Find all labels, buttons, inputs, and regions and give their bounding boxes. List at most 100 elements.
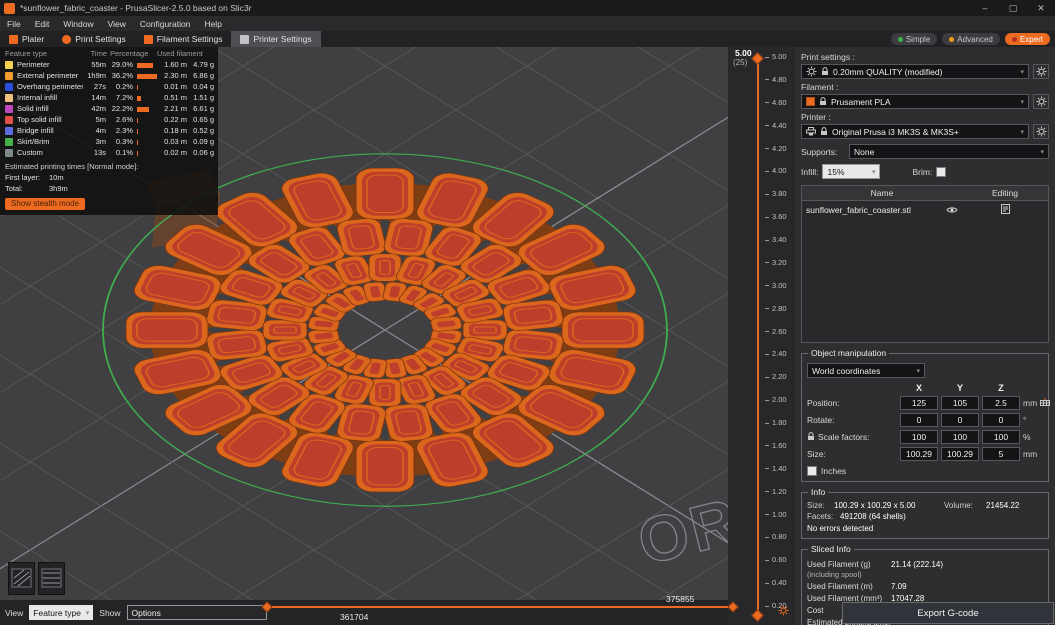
menu-view[interactable]: View xyxy=(101,19,133,29)
mode-switcher: Simple Advanced Expert xyxy=(890,33,1055,45)
mode-simple[interactable]: Simple xyxy=(890,33,938,45)
legend-row: Solid infill 42m 22.2% 2.21 m 6.61 g xyxy=(3,103,215,114)
manip-input-y[interactable]: 100 xyxy=(941,430,979,444)
layer-tick: 3.00 xyxy=(765,281,787,290)
manip-input-y[interactable]: 100.29 xyxy=(941,447,979,461)
tab-plater[interactable]: Plater xyxy=(0,31,53,47)
feature-length: 0.02 m xyxy=(164,148,187,157)
tab-filament-settings[interactable]: Filament Settings xyxy=(135,31,232,47)
legend-row: Custom 13s 0.1% 0.02 m 0.06 g xyxy=(3,147,215,158)
infill-select[interactable]: 15% ▾ xyxy=(822,164,881,179)
edit-icon[interactable] xyxy=(1000,203,1010,216)
slider-gear-icon[interactable] xyxy=(778,605,792,619)
feature-color-swatch xyxy=(5,104,13,113)
manip-unit: mm xyxy=(1023,449,1038,459)
manip-input-z[interactable]: 5 xyxy=(982,447,1020,461)
manip-input-y[interactable]: 0 xyxy=(941,413,979,427)
layer-slider-upper-handle[interactable] xyxy=(751,52,764,65)
lock-icon[interactable] xyxy=(807,431,815,443)
manip-input-z[interactable]: 2.5 xyxy=(982,396,1020,410)
manip-label: Position: xyxy=(807,398,840,408)
layer-slider-track[interactable] xyxy=(757,58,759,615)
print-settings-gear-button[interactable] xyxy=(1033,64,1049,79)
show-stealth-mode-button[interactable]: Show stealth mode xyxy=(5,198,86,210)
layer-tick: 3.60 xyxy=(765,213,787,221)
menu-window[interactable]: Window xyxy=(56,19,100,29)
tick-label: 1.60 xyxy=(772,440,787,450)
chevron-down-icon: ▾ xyxy=(871,168,876,176)
moves-slider: 375855 361704 xyxy=(261,593,739,623)
thumbnail-button-2[interactable] xyxy=(38,562,65,595)
size-value: 100.29 x 100.29 x 5.00 xyxy=(834,501,916,510)
object-list[interactable]: Name Editing sunflower_fabric_coaster.st… xyxy=(801,185,1049,343)
feature-weight: 0.65 g xyxy=(193,115,214,124)
print-settings-select[interactable]: 0.20mm QUALITY (modified) ▾ xyxy=(801,64,1029,79)
percentage-bar xyxy=(134,82,157,91)
bed-icon[interactable] xyxy=(1040,398,1051,408)
menu-edit[interactable]: Edit xyxy=(28,19,57,29)
moves-lower-value: 361704 xyxy=(340,612,369,622)
inches-checkbox[interactable] xyxy=(807,466,817,476)
export-gcode-button[interactable]: Export G-code xyxy=(842,602,1054,624)
close-button[interactable]: ✕ xyxy=(1027,0,1055,16)
layer-tick: 1.40 xyxy=(765,464,787,473)
feature-length: 0.22 m xyxy=(164,115,187,124)
filament-label: Filament : xyxy=(801,82,839,92)
first-layer-time: First layer: 10m xyxy=(5,173,64,182)
tick-label: 2.20 xyxy=(772,372,787,382)
layers-icon xyxy=(41,568,62,588)
prusaslicer-logo-icon xyxy=(4,2,15,14)
brim-checkbox[interactable] xyxy=(936,166,947,177)
tick-label: 4.80 xyxy=(772,74,787,84)
eye-icon[interactable] xyxy=(946,206,958,214)
mode-advanced[interactable]: Advanced xyxy=(942,33,1000,45)
manip-input-z[interactable]: 0 xyxy=(982,413,1020,427)
feature-time: 14m xyxy=(91,93,106,102)
feature-label: Bridge infill xyxy=(17,126,54,135)
manip-input-x[interactable]: 125 xyxy=(900,396,938,410)
mode-dot-icon xyxy=(949,36,955,42)
menu-help[interactable]: Help xyxy=(197,19,228,29)
view-type-select[interactable]: Feature type ▾ xyxy=(29,605,94,620)
legend-row: Perimeter 55m 29.0% 1.60 m 4.79 g xyxy=(3,59,215,70)
feature-label: Overhang perimeter xyxy=(17,82,83,91)
tab-print-settings[interactable]: Print Settings xyxy=(53,31,135,47)
feature-color-swatch xyxy=(5,148,13,157)
chevron-down-icon: ▾ xyxy=(1020,98,1024,106)
printer-gear-button[interactable] xyxy=(1033,124,1049,139)
manip-input-x[interactable]: 0 xyxy=(900,413,938,427)
facets-label: Facets: xyxy=(807,512,834,521)
menu-file[interactable]: File xyxy=(0,19,28,29)
volume-label: Volume: xyxy=(944,501,973,510)
layer-slider-lower-handle[interactable] xyxy=(751,609,764,622)
tab-label: Printer Settings xyxy=(253,34,312,44)
moves-slider-right-handle[interactable] xyxy=(727,601,739,613)
minimize-button[interactable]: – xyxy=(971,0,999,16)
object-row[interactable]: sunflower_fabric_coaster.stl xyxy=(802,201,1048,218)
filament-gear-button[interactable] xyxy=(1033,94,1049,109)
moves-slider-left-handle[interactable] xyxy=(261,601,273,613)
feature-time: 3m xyxy=(95,137,106,146)
tick-label: 2.60 xyxy=(772,326,787,336)
estimated-times-title: Estimated printing times [Normal mode]: xyxy=(5,162,139,171)
layer-tick: 4.80 xyxy=(765,74,787,84)
thumbnail-button-1[interactable] xyxy=(8,562,35,595)
maximize-button[interactable]: ▢ xyxy=(999,0,1027,16)
sliced-row: Used Filament (m) 7.09 xyxy=(807,582,907,591)
moves-slider-track[interactable] xyxy=(266,606,734,608)
sliced-value: 7.09 xyxy=(891,582,907,591)
supports-select[interactable]: None ▾ xyxy=(849,144,1049,159)
filament-select[interactable]: Prusament PLA ▾ xyxy=(801,94,1029,109)
feature-length: 0.01 m xyxy=(164,82,187,91)
printer-select[interactable]: Original Prusa i3 MK3S & MK3S+ ▾ xyxy=(801,124,1029,139)
coordinates-select[interactable]: World coordinates ▾ xyxy=(807,363,925,378)
mode-expert[interactable]: Expert xyxy=(1004,33,1050,45)
manip-input-x[interactable]: 100 xyxy=(900,430,938,444)
tab-printer-settings[interactable]: Printer Settings xyxy=(231,31,321,47)
manip-input-z[interactable]: 100 xyxy=(982,430,1020,444)
show-options-field[interactable]: Options xyxy=(126,605,267,620)
manip-input-x[interactable]: 100.29 xyxy=(900,447,938,461)
facets-value: 491208 (64 shells) xyxy=(840,512,906,521)
menu-configuration[interactable]: Configuration xyxy=(133,19,198,29)
manip-input-y[interactable]: 105 xyxy=(941,396,979,410)
